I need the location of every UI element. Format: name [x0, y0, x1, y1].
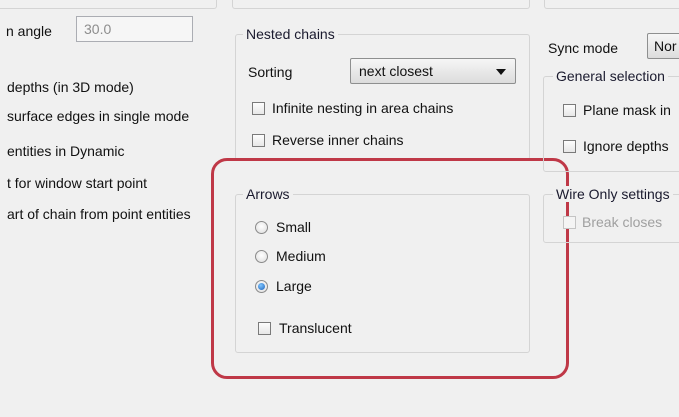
- arrow-size-small-label[interactable]: Small: [276, 219, 311, 235]
- translucent-label[interactable]: Translucent: [279, 320, 352, 336]
- sorting-label: Sorting: [248, 64, 293, 80]
- sync-mode-value: Nor: [654, 38, 677, 54]
- arrow-size-large-label[interactable]: Large: [276, 278, 312, 294]
- angle-input-value: 30.0: [84, 21, 112, 37]
- middle-top-group-frame: [232, 0, 530, 9]
- sorting-dropdown[interactable]: next closest: [350, 58, 516, 84]
- nested-chains-legend: Nested chains: [243, 26, 338, 42]
- general-selection-group: [543, 76, 679, 172]
- option-surface-edges[interactable]: surface edges in single mode: [7, 108, 189, 124]
- angle-label: n angle: [6, 23, 52, 39]
- sync-mode-dropdown[interactable]: Nor: [647, 33, 679, 59]
- general-selection-legend: General selection: [553, 68, 668, 84]
- wire-only-legend: Wire Only settings: [553, 186, 673, 202]
- arrow-size-medium-radio[interactable]: [255, 250, 268, 263]
- sorting-dropdown-value: next closest: [359, 63, 433, 79]
- option-chain-start-point-entities[interactable]: art of chain from point entities: [7, 206, 191, 222]
- plane-mask-label[interactable]: Plane mask in: [583, 102, 671, 118]
- break-closes-checkbox[interactable]: [563, 216, 576, 229]
- angle-input[interactable]: 30.0: [76, 16, 193, 42]
- arrow-size-large-radio[interactable]: [255, 280, 268, 293]
- sync-mode-label: Sync mode: [548, 40, 619, 56]
- ignore-depths-label[interactable]: Ignore depths: [583, 138, 669, 154]
- left-group-frame: [0, 0, 217, 9]
- chevron-down-icon: [496, 69, 506, 75]
- arrows-legend: Arrows: [243, 186, 293, 202]
- infinite-nesting-checkbox[interactable]: [252, 102, 265, 115]
- arrow-size-medium-label[interactable]: Medium: [276, 248, 326, 264]
- option-depths-3d[interactable]: depths (in 3D mode): [7, 79, 134, 95]
- reverse-inner-chains-checkbox[interactable]: [252, 134, 265, 147]
- plane-mask-checkbox[interactable]: [563, 104, 576, 117]
- infinite-nesting-label[interactable]: Infinite nesting in area chains: [272, 100, 453, 116]
- arrow-size-small-radio[interactable]: [255, 221, 268, 234]
- ignore-depths-checkbox[interactable]: [563, 140, 576, 153]
- option-entities-dynamic[interactable]: entities in Dynamic: [7, 143, 125, 159]
- translucent-checkbox[interactable]: [258, 322, 271, 335]
- break-closes-label[interactable]: Break closes: [582, 214, 662, 230]
- option-window-start-point[interactable]: t for window start point: [7, 175, 147, 191]
- right-top-group-frame: [544, 0, 679, 9]
- reverse-inner-chains-label[interactable]: Reverse inner chains: [272, 132, 404, 148]
